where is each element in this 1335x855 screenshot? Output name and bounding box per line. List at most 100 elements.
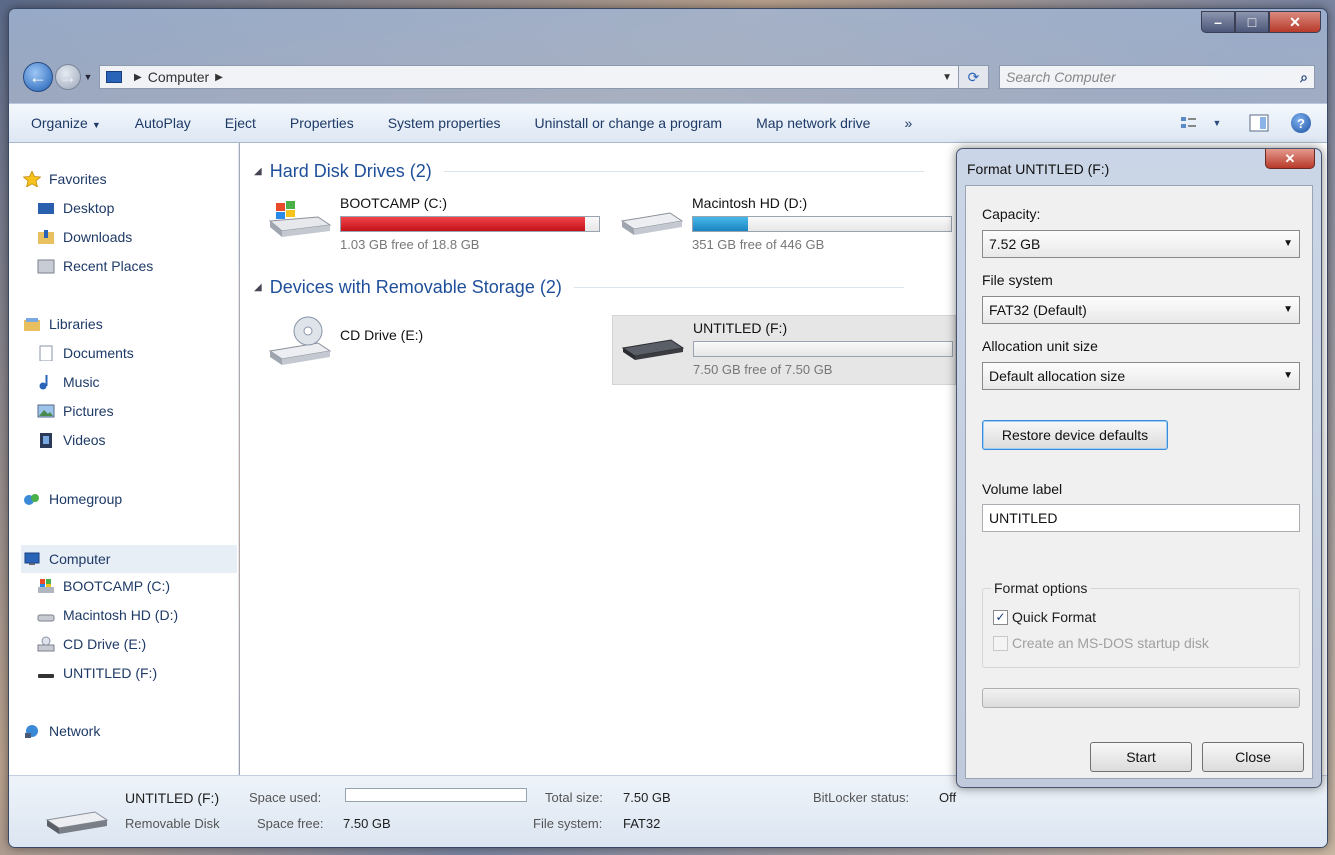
sidebar-item-computer[interactable]: Computer: [21, 545, 237, 573]
properties-button[interactable]: Properties: [290, 115, 354, 131]
eject-button[interactable]: Eject: [225, 115, 256, 131]
search-placeholder: Search Computer: [1006, 69, 1116, 85]
capacity-select[interactable]: 7.52 GB ▼: [982, 230, 1300, 258]
file-system-select[interactable]: FAT32 (Default) ▼: [982, 296, 1300, 324]
drive-name: UNTITLED (F:): [693, 320, 788, 336]
msdos-startup-checkbox[interactable]: Create an MS-DOS startup disk: [993, 635, 1209, 651]
sidebar-item-downloads[interactable]: Downloads: [37, 229, 132, 245]
more-commands-button[interactable]: »: [904, 115, 912, 131]
drive-free-text: 351 GB free of 446 GB: [692, 237, 825, 252]
navigation-pane: Favorites Desktop Downloads Recent Place…: [9, 143, 239, 775]
close-window-button[interactable]: ✕: [1269, 11, 1321, 33]
drive-macintosh-hd[interactable]: Macintosh HD (D:) 351 GB free of 446 GB: [618, 195, 952, 252]
removable-drive-icon: [43, 798, 109, 841]
dialog-close-icon[interactable]: ✕: [1265, 149, 1315, 169]
help-icon[interactable]: ?: [1289, 112, 1313, 134]
sidebar-item-desktop[interactable]: Desktop: [37, 200, 114, 216]
music-icon: [37, 374, 55, 390]
drive-free-text: 1.03 GB free of 18.8 GB: [340, 237, 480, 252]
chevron-down-icon: ▼: [1283, 370, 1293, 381]
collapse-triangle-icon[interactable]: ◢: [254, 282, 262, 293]
address-bar[interactable]: ▶ Computer ▶ ▼: [99, 65, 959, 89]
forward-button[interactable]: →: [55, 64, 81, 90]
start-button[interactable]: Start: [1090, 742, 1192, 772]
sidebar-item-videos[interactable]: Videos: [37, 432, 106, 448]
minimize-button[interactable]: –: [1201, 11, 1235, 33]
windows-drive-icon: [266, 195, 332, 241]
sidebar-item-untitled[interactable]: UNTITLED (F:): [37, 665, 157, 681]
preview-pane-icon[interactable]: [1247, 112, 1271, 134]
sidebar-item-documents[interactable]: Documents: [37, 345, 134, 362]
hard-drive-icon: [37, 607, 55, 623]
organize-menu[interactable]: Organize ▼: [31, 115, 101, 131]
back-button[interactable]: ←: [23, 62, 53, 92]
file-system-value: FAT32: [623, 816, 661, 831]
volume-label-input[interactable]: UNTITLED: [982, 504, 1300, 532]
maximize-button[interactable]: □: [1235, 11, 1269, 33]
autoplay-button[interactable]: AutoPlay: [135, 115, 191, 131]
search-icon[interactable]: ⌕: [1300, 69, 1308, 86]
sidebar-item-homegroup[interactable]: Homegroup: [23, 491, 122, 507]
sidebar-item-recent-places[interactable]: Recent Places: [37, 258, 153, 274]
cd-drive-icon: [266, 315, 332, 365]
sidebar-item-pictures[interactable]: Pictures: [37, 403, 114, 419]
breadcrumb-arrow-icon[interactable]: ▶: [134, 72, 142, 83]
close-button[interactable]: Close: [1202, 742, 1304, 772]
address-dropdown-icon[interactable]: ▼: [942, 72, 952, 83]
group-header-hard-disk-drives[interactable]: ◢ Hard Disk Drives (2): [254, 161, 924, 182]
restore-defaults-button[interactable]: Restore device defaults: [982, 420, 1168, 450]
collapse-triangle-icon[interactable]: ◢: [254, 166, 262, 177]
breadcrumb-arrow-icon[interactable]: ▶: [215, 72, 223, 83]
recent-pages-dropdown[interactable]: ▼: [81, 72, 95, 82]
space-used-label: Space used:: [249, 790, 322, 805]
pictures-icon: [37, 403, 55, 419]
checkbox-icon: [993, 635, 1008, 651]
cd-drive-icon: [37, 636, 55, 652]
group-header-removable-storage[interactable]: ◢ Devices with Removable Storage (2): [254, 277, 904, 298]
quick-format-checkbox[interactable]: ✓ Quick Format: [993, 609, 1096, 625]
status-drive-name: UNTITLED (F:): [125, 790, 220, 806]
system-properties-button[interactable]: System properties: [388, 115, 501, 131]
sidebar-item-cd-drive[interactable]: CD Drive (E:): [37, 636, 146, 652]
format-dialog: Format UNTITLED (F:) ✕ Capacity: 7.52 GB…: [956, 148, 1322, 788]
drive-usage-bar: [692, 216, 952, 232]
change-view-icon[interactable]: [1179, 112, 1203, 134]
breadcrumb-computer[interactable]: Computer: [148, 69, 209, 85]
computer-icon: [106, 71, 122, 83]
drive-free-text: 7.50 GB free of 7.50 GB: [693, 362, 833, 377]
star-icon: [22, 170, 42, 188]
refresh-icon[interactable]: ⟳: [959, 65, 989, 89]
drive-name: BOOTCAMP (C:): [340, 195, 448, 211]
search-input[interactable]: Search Computer ⌕: [999, 65, 1315, 89]
network-icon: [23, 723, 41, 739]
desktop-icon: [37, 200, 55, 216]
uninstall-program-button[interactable]: Uninstall or change a program: [535, 115, 723, 131]
sidebar-item-favorites[interactable]: Favorites: [22, 170, 107, 188]
sidebar-item-music[interactable]: Music: [37, 374, 100, 390]
allocation-unit-label: Allocation unit size: [982, 338, 1098, 354]
drive-bootcamp[interactable]: BOOTCAMP (C:) 1.03 GB free of 18.8 GB: [266, 195, 600, 252]
format-options-group: Format options ✓ Quick Format Create an …: [982, 580, 1300, 668]
drive-name: CD Drive (E:): [340, 327, 424, 343]
computer-icon: [23, 551, 41, 567]
libraries-icon: [23, 316, 41, 332]
volume-label-label: Volume label: [982, 481, 1063, 497]
navigation-row: ← → ▼ ▶ Computer ▶ ▼ ⟳ Search Computer ⌕: [23, 61, 1315, 93]
sidebar-item-network[interactable]: Network: [23, 723, 100, 739]
videos-icon: [37, 432, 55, 448]
chevron-down-icon: ▼: [1283, 238, 1293, 249]
drive-usage-bar: [340, 216, 600, 232]
allocation-unit-select[interactable]: Default allocation size ▼: [982, 362, 1300, 390]
sidebar-item-macintosh-hd[interactable]: Macintosh HD (D:): [37, 607, 178, 623]
drive-cd[interactable]: CD Drive (E:): [266, 315, 424, 365]
total-size-value: 7.50 GB: [623, 790, 671, 805]
bitlocker-value: Off: [939, 790, 957, 805]
view-options-dropdown-icon[interactable]: ▼: [1205, 112, 1229, 134]
map-network-drive-button[interactable]: Map network drive: [756, 115, 870, 131]
file-system-label: File system:: [533, 816, 603, 831]
sidebar-item-bootcamp[interactable]: BOOTCAMP (C:): [37, 578, 170, 594]
file-system-label: File system: [982, 272, 1053, 288]
drive-untitled[interactable]: UNTITLED (F:) 7.50 GB free of 7.50 GB: [612, 315, 956, 385]
total-size-label: Total size:: [545, 790, 603, 805]
sidebar-item-libraries[interactable]: Libraries: [23, 316, 103, 332]
